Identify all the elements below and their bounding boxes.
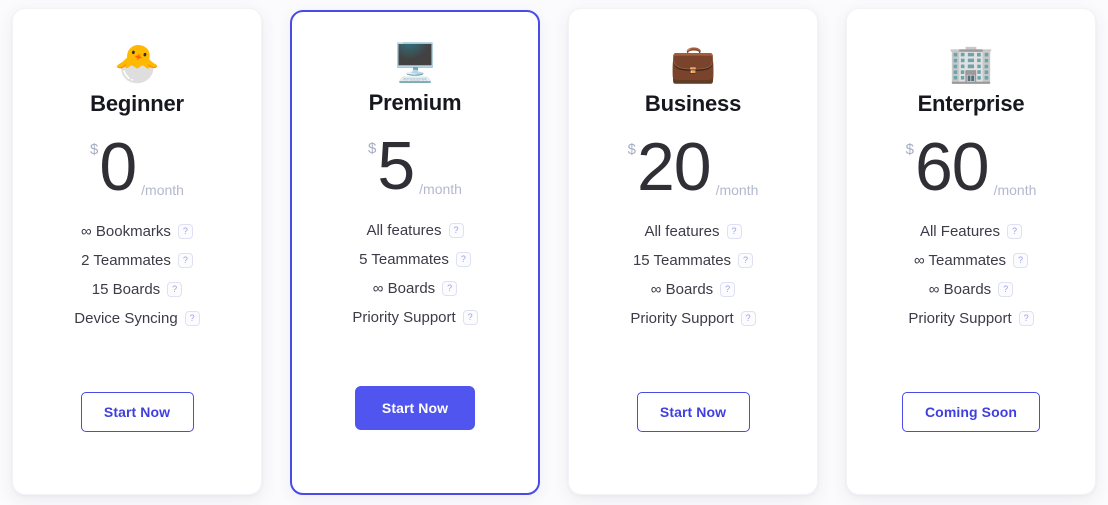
plan-title: Enterprise (917, 91, 1025, 116)
list-item: Device Syncing ? (74, 310, 200, 327)
feature-label: ∞ Boards (650, 281, 714, 298)
help-icon[interactable]: ? (455, 252, 471, 267)
plan-card-business[interactable]: 💼 Business $ 20 /month All features ? 15… (568, 8, 818, 495)
cta-container: Start Now (292, 386, 538, 430)
plan-card-premium[interactable]: 🖥️ Premium $ 5 /month All features ? 5 T… (290, 10, 540, 495)
feature-label: All Features (919, 223, 1001, 240)
list-item: 15 Boards ? (91, 281, 183, 298)
list-item: ∞ Teammates ? (913, 252, 1029, 269)
feature-label: ∞ Bookmarks (81, 223, 171, 240)
hatching-chick-icon: 🐣 (113, 42, 161, 84)
help-icon[interactable]: ? (177, 253, 193, 268)
list-item: All features ? (644, 223, 742, 240)
feature-label: 15 Boards (91, 281, 161, 298)
price-amount: 0 (99, 129, 137, 205)
help-icon[interactable]: ? (177, 224, 193, 239)
help-icon[interactable]: ? (998, 282, 1014, 297)
price-currency: $ (627, 141, 636, 158)
price-currency: $ (905, 141, 914, 158)
help-icon[interactable]: ? (720, 282, 736, 297)
help-icon[interactable]: ? (184, 311, 200, 326)
plan-card-beginner[interactable]: 🐣 Beginner $ 0 /month ∞ Bookmarks ? 2 Te… (12, 8, 262, 495)
plan-price: $ 20 /month (627, 129, 759, 209)
help-icon[interactable]: ? (1007, 224, 1023, 239)
plan-price: $ 5 /month (368, 128, 462, 208)
feature-list: All features ? 15 Teammates ? ∞ Boards ?… (569, 223, 817, 327)
feature-list: All features ? 5 Teammates ? ∞ Boards ? … (292, 222, 538, 326)
price-period: /month (993, 181, 1037, 198)
feature-list: All Features ? ∞ Teammates ? ∞ Boards ? … (847, 223, 1095, 327)
list-item: Priority Support ? (352, 309, 478, 326)
cta-container: Coming Soon (847, 392, 1095, 432)
help-icon[interactable]: ? (738, 253, 754, 268)
feature-label: 15 Teammates (632, 252, 732, 269)
list-item: All features ? (366, 222, 464, 239)
office-building-icon: 🏢 (947, 42, 995, 84)
cta-container: Start Now (569, 392, 817, 432)
list-item: 5 Teammates ? (359, 251, 471, 268)
plan-price: $ 60 /month (905, 129, 1037, 209)
help-icon[interactable]: ? (167, 282, 183, 297)
plan-card-enterprise[interactable]: 🏢 Enterprise $ 60 /month All Features ? … (846, 8, 1096, 495)
list-item: 2 Teammates ? (81, 252, 193, 269)
price-currency: $ (368, 140, 377, 157)
plan-title: Premium (368, 90, 462, 115)
help-icon[interactable]: ? (448, 223, 464, 238)
pricing-plans-grid: 🐣 Beginner $ 0 /month ∞ Bookmarks ? 2 Te… (0, 0, 1108, 505)
start-now-button[interactable]: Start Now (636, 392, 750, 432)
list-item: 15 Teammates ? (632, 252, 754, 269)
help-icon[interactable]: ? (442, 281, 458, 296)
feature-label: Priority Support (908, 310, 1012, 327)
price-amount: 20 (636, 129, 712, 205)
feature-label: ∞ Boards (928, 281, 992, 298)
desktop-computer-icon: 🖥️ (391, 41, 439, 83)
plan-title: Beginner (90, 91, 184, 116)
feature-label: 5 Teammates (359, 251, 449, 268)
price-period: /month (715, 181, 759, 198)
list-item: All Features ? (919, 223, 1023, 240)
list-item: Priority Support ? (630, 310, 756, 327)
feature-label: All features (644, 223, 720, 240)
plan-title: Business (644, 91, 742, 116)
briefcase-icon: 💼 (669, 42, 717, 84)
feature-label: All features (366, 222, 442, 239)
price-amount: 60 (914, 129, 990, 205)
price-period: /month (419, 180, 462, 197)
price-amount: 5 (377, 128, 415, 204)
list-item: ∞ Boards ? (650, 281, 736, 298)
help-icon[interactable]: ? (740, 311, 756, 326)
help-icon[interactable]: ? (1013, 253, 1029, 268)
price-period: /month (141, 181, 184, 198)
coming-soon-button[interactable]: Coming Soon (901, 392, 1041, 432)
feature-list: ∞ Bookmarks ? 2 Teammates ? 15 Boards ? … (13, 223, 261, 327)
list-item: Priority Support ? (908, 310, 1034, 327)
start-now-button[interactable]: Start Now (80, 392, 194, 432)
start-now-button[interactable]: Start Now (354, 386, 476, 430)
list-item: ∞ Boards ? (928, 281, 1014, 298)
help-icon[interactable]: ? (1018, 311, 1034, 326)
feature-label: ∞ Teammates (913, 252, 1007, 269)
list-item: ∞ Boards ? (372, 280, 458, 297)
price-currency: $ (90, 141, 99, 158)
feature-label: 2 Teammates (81, 252, 171, 269)
help-icon[interactable]: ? (726, 224, 742, 239)
help-icon[interactable]: ? (462, 310, 478, 325)
plan-price: $ 0 /month (90, 129, 184, 209)
feature-label: Priority Support (352, 309, 456, 326)
cta-container: Start Now (13, 392, 261, 432)
feature-label: Device Syncing (74, 310, 178, 327)
feature-label: ∞ Boards (372, 280, 436, 297)
feature-label: Priority Support (630, 310, 734, 327)
list-item: ∞ Bookmarks ? (81, 223, 193, 240)
